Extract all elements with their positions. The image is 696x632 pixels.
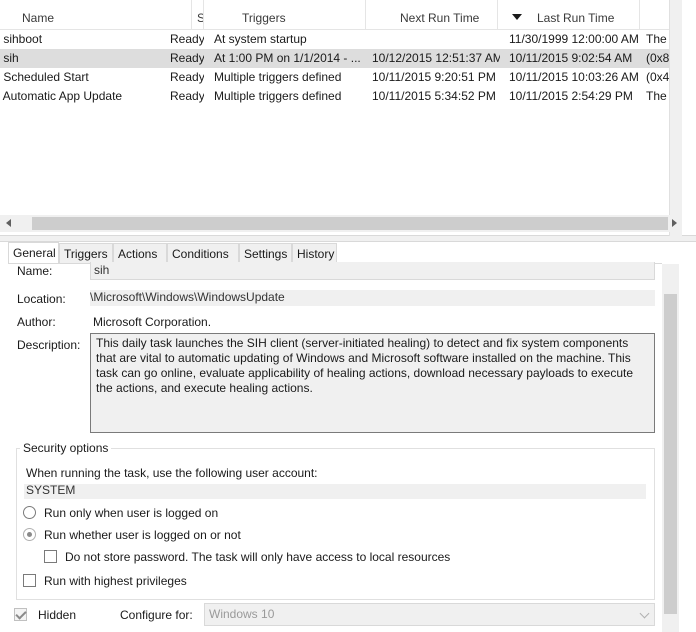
task-list[interactable]: Name Status Triggers Next Run Time Last …: [0, 0, 696, 236]
table-row[interactable]: ) Automatic App Update Ready Multiple tr…: [0, 87, 682, 106]
location-value: \Microsoft\Windows\WindowsUpdate: [90, 290, 655, 306]
highest-privileges-label[interactable]: Run with highest privileges: [44, 574, 187, 588]
hidden-checkbox[interactable]: [14, 608, 27, 621]
hidden-label[interactable]: Hidden: [38, 608, 76, 622]
run-logged-on-radio[interactable]: [23, 506, 36, 519]
run-whether-label[interactable]: Run whether user is logged on or not: [44, 528, 241, 542]
task-last-run: 10/11/2015 2:54:29 PM: [509, 89, 633, 103]
task-status: Ready: [170, 32, 204, 46]
task-status: Ready: [170, 70, 204, 84]
configure-for-value: Windows 10: [209, 607, 275, 621]
name-label: Name:: [17, 264, 53, 278]
sort-descending-icon: [512, 14, 522, 20]
tab-settings[interactable]: Settings: [239, 243, 292, 264]
task-status: Ready: [170, 89, 204, 103]
user-account-value: SYSTEM: [24, 484, 646, 499]
tab-general[interactable]: General: [8, 242, 59, 264]
security-options-title: Security options: [20, 441, 112, 455]
column-header: Name Status Triggers Next Run Time Last …: [0, 0, 682, 30]
chevron-down-icon: [639, 608, 650, 619]
task-last-run: 11/30/1999 12:00:00 AM: [509, 32, 639, 46]
task-name-text: sihboot: [3, 32, 43, 46]
column-header-triggers[interactable]: Triggers: [204, 0, 366, 30]
run-logged-on-label[interactable]: Run only when user is logged on: [44, 506, 218, 520]
scroll-left-icon[interactable]: [6, 219, 11, 227]
properties-vertical-scrollbar[interactable]: [662, 264, 679, 632]
author-label: Author:: [17, 315, 56, 329]
configure-for-select[interactable]: Windows 10: [204, 603, 655, 626]
task-list-vertical-scrollbar[interactable]: [669, 0, 682, 236]
author-value: Microsoft Corporation.: [93, 315, 212, 329]
column-header-name[interactable]: Name: [0, 0, 192, 30]
task-name: ) sihboot: [0, 30, 166, 49]
name-field[interactable]: sih: [90, 262, 655, 280]
run-whether-radio[interactable]: [23, 528, 36, 541]
table-row[interactable]: ) sihboot Ready At system startup 11/30/…: [0, 30, 682, 49]
description-box[interactable]: This daily task launches the SIH client …: [90, 333, 655, 433]
column-header-status[interactable]: Status: [192, 0, 204, 30]
task-name: ) Scheduled Start: [0, 68, 166, 87]
task-next-run: 10/12/2015 12:51:37 AM: [372, 51, 500, 65]
task-properties-panel: General Triggers Actions Conditions Sett…: [0, 242, 696, 632]
tab-conditions[interactable]: Conditions: [167, 243, 239, 264]
task-name-text: Automatic App Update: [2, 89, 123, 103]
column-header-next-run[interactable]: Next Run Time: [366, 0, 498, 30]
task-triggers: At system startup: [214, 32, 307, 46]
scroll-right-icon[interactable]: [672, 219, 677, 227]
task-last-run: 10/11/2015 9:02:54 AM: [509, 51, 633, 65]
vertical-scroll-thumb[interactable]: [664, 294, 677, 614]
highest-privileges-checkbox[interactable]: [23, 574, 36, 587]
task-name-text: sih: [3, 51, 19, 65]
task-next-run: 10/11/2015 5:34:52 PM: [372, 89, 496, 103]
user-account-prompt: When running the task, use the following…: [26, 466, 318, 480]
horizontal-scroll-thumb[interactable]: [32, 217, 668, 230]
task-name: ) sih: [0, 49, 166, 68]
no-store-password-checkbox[interactable]: [44, 550, 57, 563]
tab-triggers[interactable]: Triggers: [59, 243, 113, 264]
table-row-selected[interactable]: ) sih Ready At 1:00 PM on 1/1/2014 - ...…: [0, 49, 682, 68]
task-list-horizontal-scrollbar[interactable]: [0, 215, 682, 232]
tab-history[interactable]: History: [292, 243, 337, 264]
task-last-run: 10/11/2015 10:03:26 AM: [509, 70, 639, 84]
description-label: Description:: [17, 338, 81, 352]
task-status: Ready: [170, 51, 204, 65]
task-next-run: 10/11/2015 9:20:51 PM: [372, 70, 496, 84]
task-triggers: Multiple triggers defined: [214, 70, 342, 84]
task-rows: ) sihboot Ready At system startup 11/30/…: [0, 30, 682, 106]
table-row[interactable]: ) Scheduled Start Ready Multiple trigger…: [0, 68, 682, 87]
tab-actions[interactable]: Actions: [113, 243, 167, 264]
task-triggers: Multiple triggers defined: [214, 89, 342, 103]
location-label: Location:: [17, 292, 66, 306]
configure-for-label: Configure for:: [120, 608, 193, 622]
no-store-password-label[interactable]: Do not store password. The task will onl…: [65, 550, 450, 564]
task-name: ) Automatic App Update: [0, 87, 166, 106]
task-name-text: Scheduled Start: [3, 70, 89, 84]
tab-strip: General Triggers Actions Conditions Sett…: [8, 242, 668, 264]
task-triggers: At 1:00 PM on 1/1/2014 - ...: [214, 51, 361, 65]
